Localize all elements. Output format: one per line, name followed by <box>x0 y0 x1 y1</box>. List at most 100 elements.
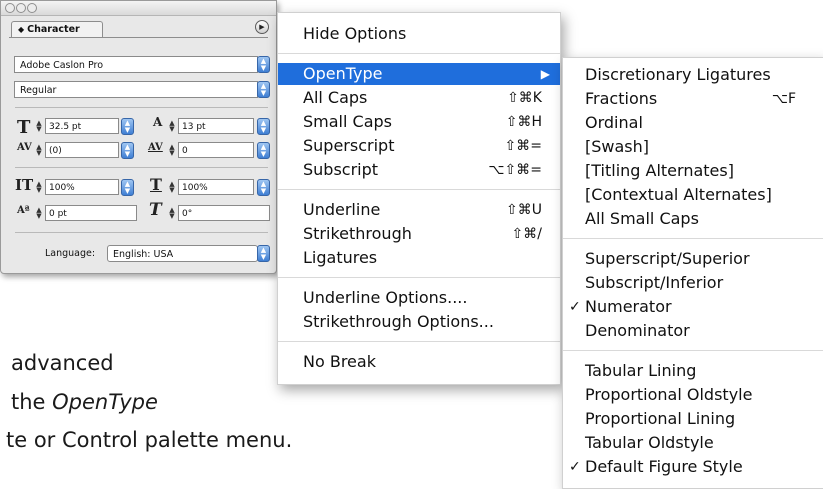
submenu-item-fractions[interactable]: Fractions ⌥F <box>563 88 823 110</box>
font-family-select[interactable]: Adobe Caslon Pro <box>14 56 258 73</box>
menu-item-label: Hide Options <box>303 24 407 43</box>
menu-item-underline-options[interactable]: Underline Options.... <box>278 287 560 309</box>
submenu-item-contextual-alternates[interactable]: [Contextual Alternates] <box>563 184 823 206</box>
font-size-value: 32.5 pt <box>49 122 82 132</box>
menu-item-all-caps[interactable]: All Caps ⇧⌘K <box>278 87 560 109</box>
baseline-shift-field[interactable]: 0 pt <box>45 205 137 221</box>
font-size-stepper-icon[interactable]: ▲ ▼ <box>35 120 43 133</box>
submenu-item-label: [Contextual Alternates] <box>585 185 772 204</box>
submenu-item-tabular-lining[interactable]: Tabular Lining <box>563 360 823 382</box>
baseline-shift-stepper-icon[interactable]: ▲ ▼ <box>35 207 43 220</box>
menu-item-ligatures[interactable]: Ligatures <box>278 247 560 269</box>
palette-tab-row: ◆ Character ▶ <box>1 16 276 38</box>
tracking-stepper-icon[interactable]: ▲ ▼ <box>168 144 176 157</box>
submenu-item-swash[interactable]: [Swash] <box>563 136 823 158</box>
font-style-dropdown-icon[interactable]: ▲ ▼ <box>257 81 270 98</box>
horizontal-scale-dropdown-icon[interactable]: ▲ ▼ <box>257 179 270 196</box>
zoom-icon[interactable] <box>27 3 37 13</box>
language-select[interactable]: English: USA <box>107 245 258 262</box>
tab-character-label: Character <box>27 24 80 35</box>
submenu-item-discretionary-ligatures[interactable]: Discretionary Ligatures <box>563 64 823 86</box>
kerning-icon: AV <box>17 142 32 153</box>
submenu-item-label: [Titling Alternates] <box>585 161 734 180</box>
palette-divider <box>15 232 268 233</box>
kerning-field[interactable]: (0) <box>45 142 119 158</box>
font-family-dropdown-icon[interactable]: ▲ ▼ <box>257 56 270 73</box>
submenu-item-proportional-lining[interactable]: Proportional Lining <box>563 408 823 430</box>
skew-field[interactable]: 0° <box>178 205 270 221</box>
background-text-line-3: te or Control palette menu. <box>6 428 293 452</box>
skew-value: 0° <box>182 209 193 219</box>
tracking-field[interactable]: 0 <box>178 142 254 158</box>
submenu-item-superscript-superior[interactable]: Superscript/Superior <box>563 248 823 270</box>
submenu-item-label: Subscript/Inferior <box>585 273 724 292</box>
menu-item-underline[interactable]: Underline ⇧⌘U <box>278 199 560 221</box>
horizontal-scale-stepper-icon[interactable]: ▲ ▼ <box>168 181 176 194</box>
submenu-item-proportional-oldstyle[interactable]: Proportional Oldstyle <box>563 384 823 406</box>
menu-item-shortcut: ⇧⌘U <box>506 202 542 218</box>
skew-icon: T <box>149 200 162 220</box>
menu-item-shortcut: ⇧⌘K <box>507 90 542 106</box>
kerning-stepper-icon[interactable]: ▲ ▼ <box>35 144 43 157</box>
submenu-separator <box>563 350 823 351</box>
skew-stepper-icon[interactable]: ▲ ▼ <box>168 207 176 220</box>
submenu-item-default-figure-style[interactable]: ✓ Default Figure Style <box>563 456 823 478</box>
leading-field[interactable]: 13 pt <box>178 118 254 134</box>
menu-item-shortcut: ⌥⇧⌘= <box>488 162 542 178</box>
font-size-field[interactable]: 32.5 pt <box>45 118 119 134</box>
vertical-scale-dropdown-icon[interactable]: ▲ ▼ <box>121 179 134 196</box>
submenu-item-titling-alternates[interactable]: [Titling Alternates] <box>563 160 823 182</box>
palette-divider <box>15 167 268 168</box>
palette-divider <box>15 107 268 108</box>
submenu-item-subscript-inferior[interactable]: Subscript/Inferior <box>563 272 823 294</box>
submenu-item-label: Numerator <box>585 297 672 316</box>
leading-value: 13 pt <box>182 122 206 132</box>
menu-item-label: No Break <box>303 352 376 371</box>
minimize-icon[interactable] <box>16 3 26 13</box>
submenu-item-label: Fractions <box>585 89 658 108</box>
submenu-item-numerator[interactable]: ✓ Numerator <box>563 296 823 318</box>
font-size-dropdown-icon[interactable]: ▲ ▼ <box>121 118 134 135</box>
submenu-arrow-icon: ▶ <box>540 67 550 81</box>
submenu-item-ordinal[interactable]: Ordinal <box>563 112 823 134</box>
menu-item-hide-options[interactable]: Hide Options <box>278 23 560 45</box>
menu-item-strikethrough[interactable]: Strikethrough ⇧⌘/ <box>278 223 560 245</box>
submenu-item-label: Tabular Lining <box>585 361 697 380</box>
font-family-value: Adobe Caslon Pro <box>20 60 104 71</box>
horizontal-scale-icon: T <box>150 175 162 194</box>
menu-item-label: Strikethrough <box>303 224 412 243</box>
vertical-scale-icon: IT <box>15 176 34 194</box>
submenu-item-all-small-caps[interactable]: All Small Caps <box>563 208 823 230</box>
leading-stepper-icon[interactable]: ▲ ▼ <box>168 120 176 133</box>
submenu-separator <box>563 238 823 239</box>
palette-titlebar[interactable] <box>1 1 276 16</box>
menu-item-label: OpenType <box>303 64 383 83</box>
vertical-scale-stepper-icon[interactable]: ▲ ▼ <box>35 181 43 194</box>
submenu-item-label: Tabular Oldstyle <box>585 433 714 452</box>
submenu-item-denominator[interactable]: Denominator <box>563 320 823 342</box>
palette-menu-button[interactable]: ▶ <box>255 20 269 34</box>
tracking-dropdown-icon[interactable]: ▲ ▼ <box>257 142 270 159</box>
tab-toggle-icon: ◆ <box>18 25 25 34</box>
font-style-select[interactable]: Regular <box>14 81 258 98</box>
tab-character[interactable]: ◆ Character <box>11 21 103 38</box>
language-dropdown-icon[interactable]: ▲ ▼ <box>257 245 270 262</box>
menu-separator <box>278 53 560 54</box>
font-size-icon: T <box>17 117 31 138</box>
menu-item-small-caps[interactable]: Small Caps ⇧⌘H <box>278 111 560 133</box>
vertical-scale-value: 100% <box>49 183 75 193</box>
menu-item-no-break[interactable]: No Break <box>278 351 560 373</box>
menu-item-strikethrough-options[interactable]: Strikethrough Options... <box>278 311 560 333</box>
horizontal-scale-field[interactable]: 100% <box>178 179 254 195</box>
menu-item-opentype[interactable]: OpenType ▶ <box>278 63 560 85</box>
leading-dropdown-icon[interactable]: ▲ ▼ <box>257 118 270 135</box>
kerning-dropdown-icon[interactable]: ▲ ▼ <box>121 142 134 159</box>
menu-item-superscript[interactable]: Superscript ⇧⌘= <box>278 135 560 157</box>
vertical-scale-field[interactable]: 100% <box>45 179 119 195</box>
submenu-item-label: Superscript/Superior <box>585 249 750 268</box>
close-icon[interactable] <box>5 3 15 13</box>
menu-item-subscript[interactable]: Subscript ⌥⇧⌘= <box>278 159 560 181</box>
menu-item-label: Small Caps <box>303 112 392 131</box>
submenu-item-label: Proportional Lining <box>585 409 736 428</box>
submenu-item-tabular-oldstyle[interactable]: Tabular Oldstyle <box>563 432 823 454</box>
